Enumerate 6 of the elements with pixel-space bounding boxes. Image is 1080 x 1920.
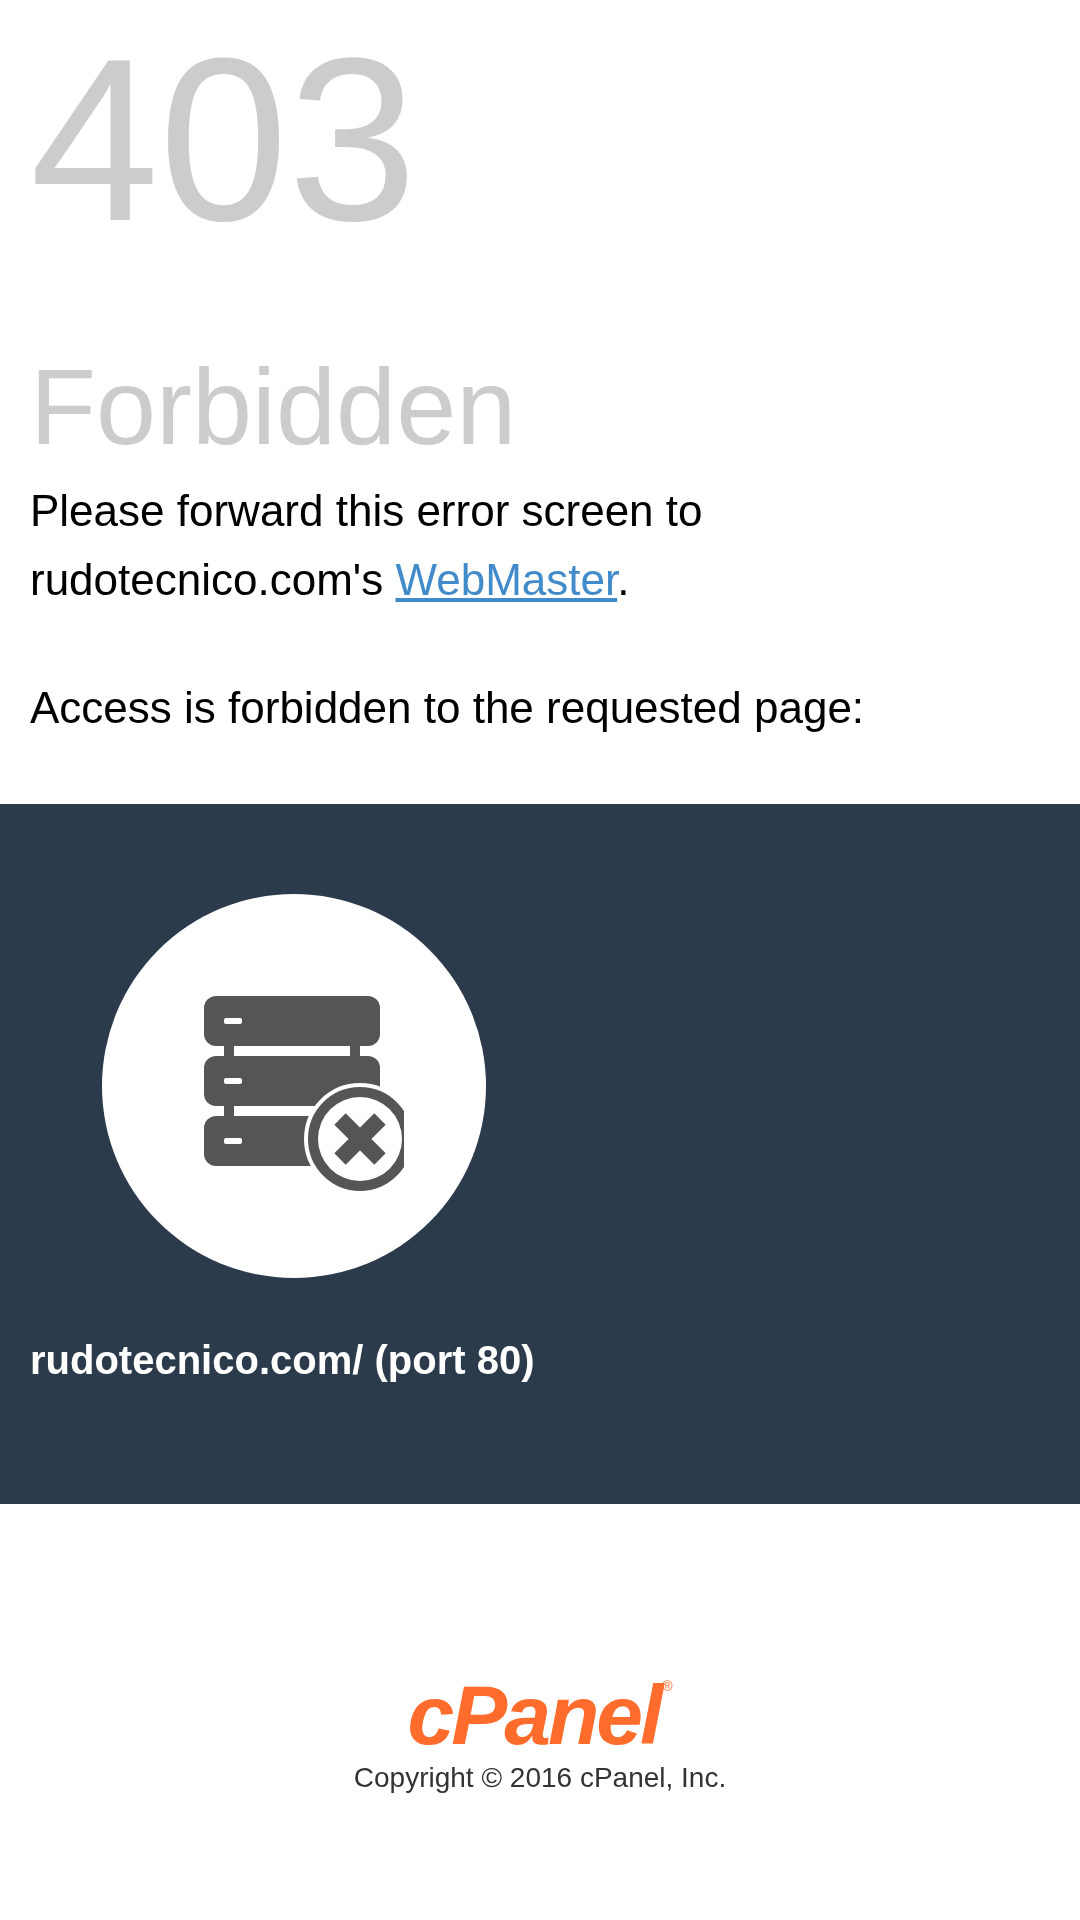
copyright-text: Copyright © 2016 cPanel, Inc. xyxy=(353,1761,727,1795)
error-message: Please forward this error screen to rudotecnico.com's WebMaster. xyxy=(30,485,704,606)
requested-url: rudotecnico.com/ (port 80) xyxy=(30,1337,535,1384)
webmaster-link[interactable]: WebMaster xyxy=(395,555,618,604)
cpanel-logo: cPanel® xyxy=(407,1679,673,1751)
error-detail: Access is forbidden to the requested page: xyxy=(30,682,865,734)
